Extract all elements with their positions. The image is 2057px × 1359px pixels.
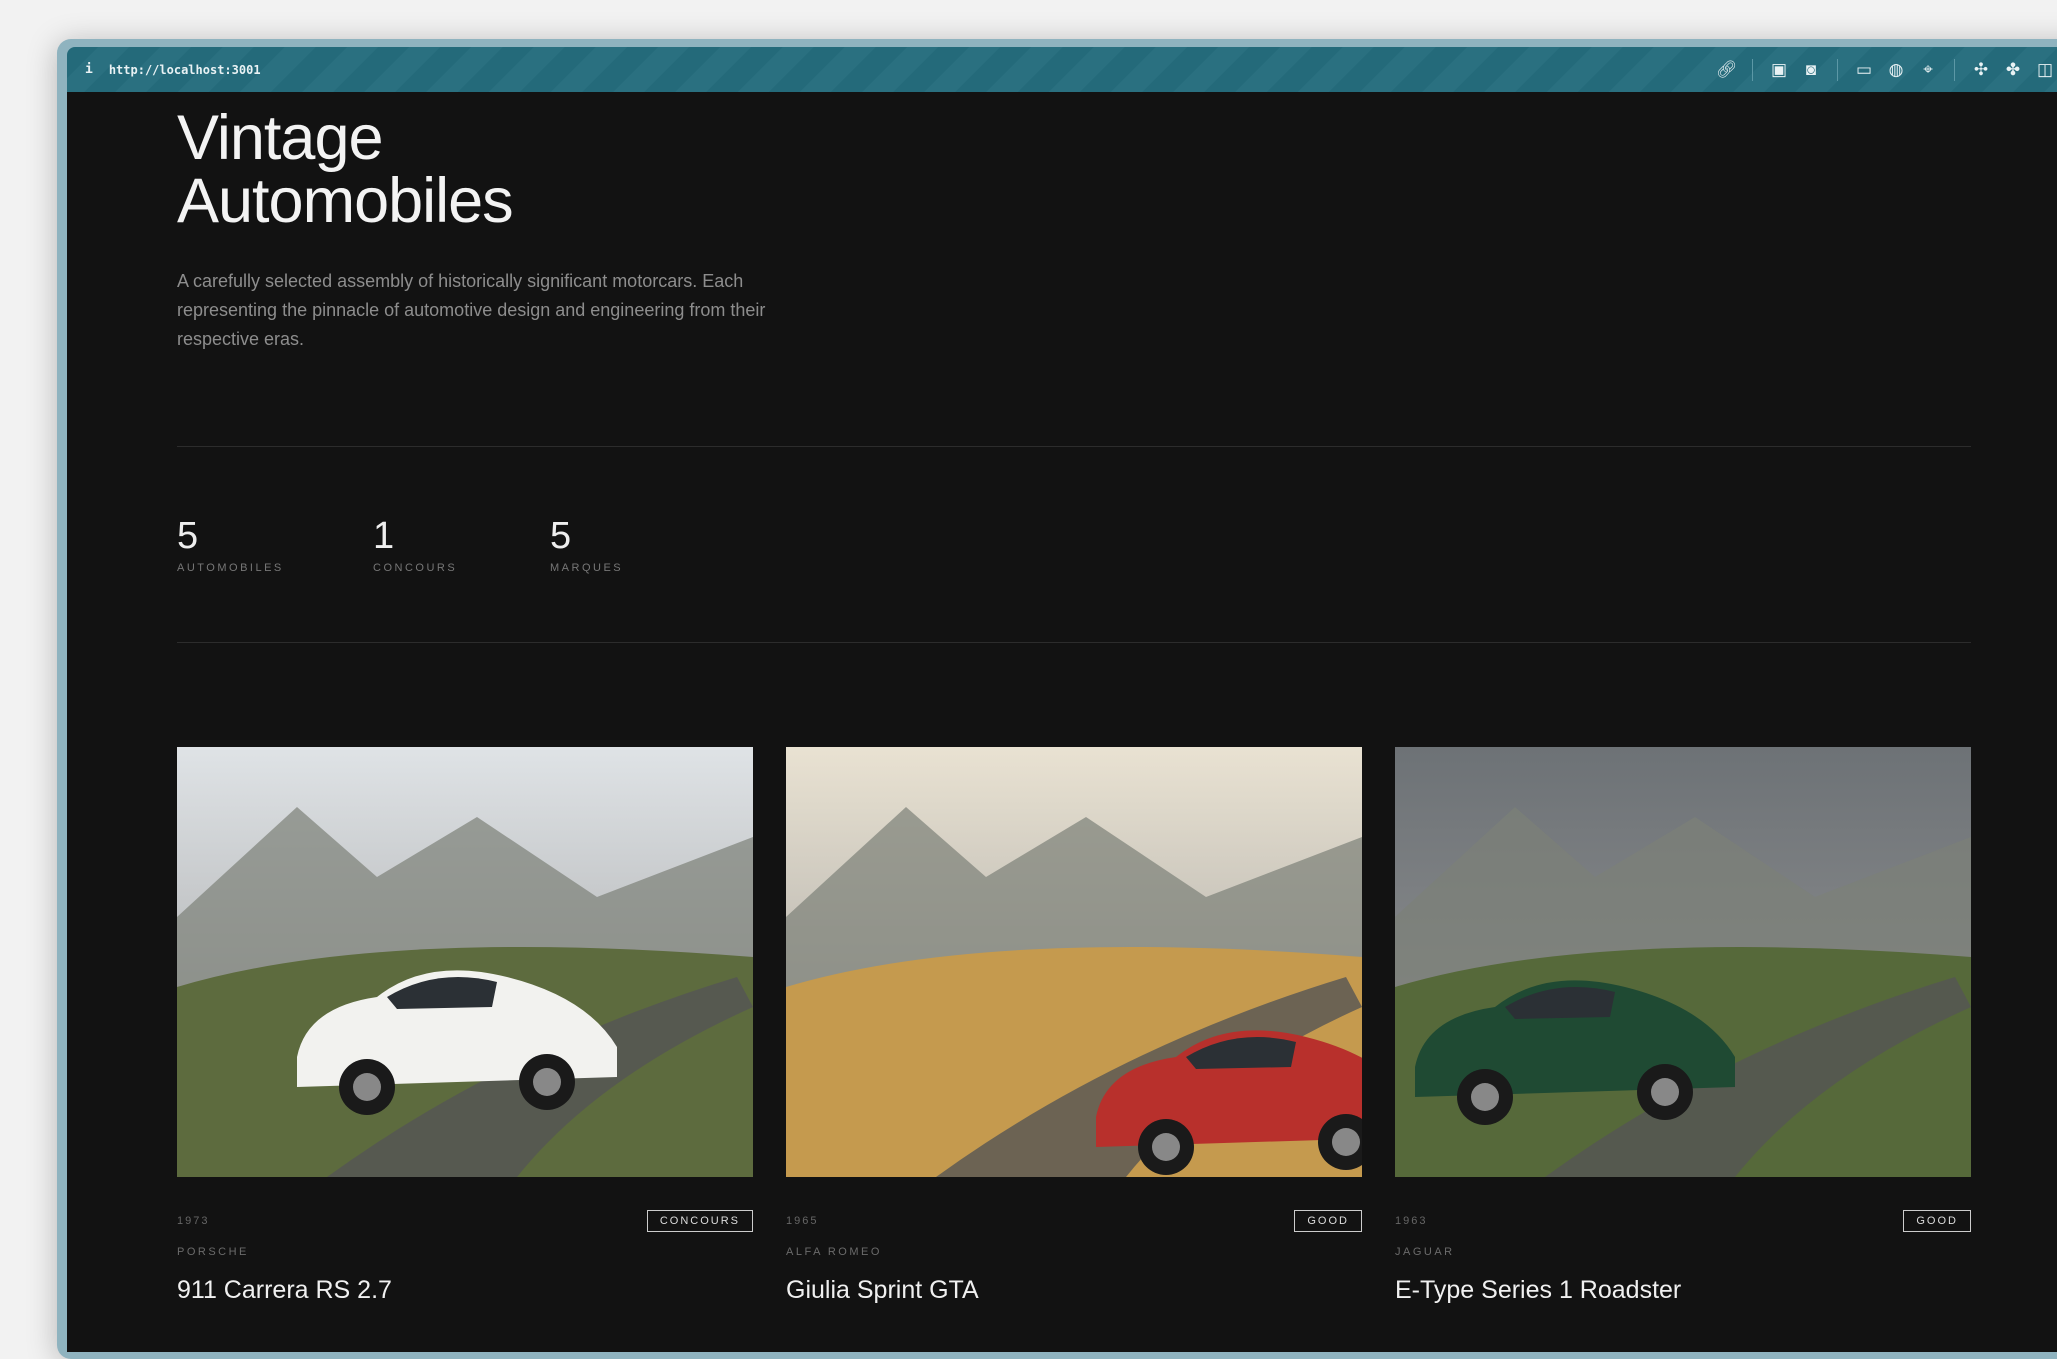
condition-badge: GOOD bbox=[1903, 1210, 1971, 1232]
devtools-icon[interactable]: ✤ bbox=[2003, 60, 2023, 80]
condition-badge: CONCOURS bbox=[647, 1210, 753, 1232]
condition-badge: GOOD bbox=[1294, 1210, 1362, 1232]
car-year: 1965 bbox=[786, 1215, 818, 1227]
camera-icon[interactable]: ◙ bbox=[1801, 60, 1821, 80]
stat-concours: 1 CONCOURS bbox=[373, 515, 457, 574]
car-name[interactable]: E-Type Series 1 Roadster bbox=[1395, 1276, 1971, 1305]
car-year: 1973 bbox=[177, 1215, 209, 1227]
link-icon[interactable]: 🔗︎ bbox=[1716, 60, 1736, 80]
terminal-icon[interactable]: ▭ bbox=[1854, 60, 1874, 80]
divider bbox=[1752, 59, 1753, 81]
page-content: VintageAutomobiles A carefully selected … bbox=[67, 92, 2057, 1352]
divider bbox=[1954, 59, 1955, 81]
stat-label: AUTOMOBILES bbox=[177, 562, 284, 574]
stat-label: MARQUES bbox=[550, 562, 623, 574]
browser-window: i http://localhost:3001 🔗︎ ▣ ◙ ▭ ◍ ⌖ ✣ ✤… bbox=[57, 39, 2057, 1359]
url-bar[interactable]: http://localhost:3001 bbox=[109, 63, 261, 77]
stat-value: 5 bbox=[177, 515, 284, 558]
divider bbox=[177, 446, 1971, 447]
page-description: A carefully selected assembly of histori… bbox=[177, 267, 777, 354]
car-year: 1963 bbox=[1395, 1215, 1427, 1227]
title-line-1: Vintage bbox=[177, 103, 383, 173]
car-brand: JAGUAR bbox=[1395, 1246, 1971, 1258]
stat-value: 5 bbox=[550, 515, 623, 558]
stat-value: 1 bbox=[373, 515, 457, 558]
car-card[interactable]: 1965 GOOD ALFA ROMEO Giulia Sprint GTA bbox=[786, 747, 1362, 1305]
car-brand: PORSCHE bbox=[177, 1246, 753, 1258]
browser-toolbar: i http://localhost:3001 🔗︎ ▣ ◙ ▭ ◍ ⌖ ✣ ✤… bbox=[67, 47, 2057, 92]
crosshair-icon[interactable]: ⌖ bbox=[1918, 60, 1938, 80]
car-photo[interactable] bbox=[1395, 747, 1971, 1177]
divider bbox=[177, 642, 1971, 643]
car-card[interactable]: 1963 GOOD JAGUAR E-Type Series 1 Roadster bbox=[1395, 747, 1971, 1305]
page-title: VintageAutomobiles bbox=[177, 107, 513, 233]
car-brand: ALFA ROMEO bbox=[786, 1246, 1362, 1258]
stat-label: CONCOURS bbox=[373, 562, 457, 574]
stat-automobiles: 5 AUTOMOBILES bbox=[177, 515, 284, 574]
divider bbox=[1837, 59, 1838, 81]
extension-icon[interactable]: ✣ bbox=[1971, 60, 1991, 80]
title-line-2: Automobiles bbox=[177, 166, 513, 236]
car-photo[interactable] bbox=[177, 747, 753, 1177]
car-card[interactable]: 1973 CONCOURS PORSCHE 911 Carrera RS 2.7 bbox=[177, 747, 753, 1305]
stat-marques: 5 MARQUES bbox=[550, 515, 623, 574]
globe-icon[interactable]: ◍ bbox=[1886, 60, 1906, 80]
info-icon[interactable]: i bbox=[85, 62, 93, 77]
car-name[interactable]: Giulia Sprint GTA bbox=[786, 1276, 1362, 1305]
car-name[interactable]: 911 Carrera RS 2.7 bbox=[177, 1276, 753, 1305]
split-view-icon[interactable]: ◫ bbox=[2035, 60, 2055, 80]
car-photo[interactable] bbox=[786, 747, 1362, 1177]
screenshot-icon[interactable]: ▣ bbox=[1769, 60, 1789, 80]
